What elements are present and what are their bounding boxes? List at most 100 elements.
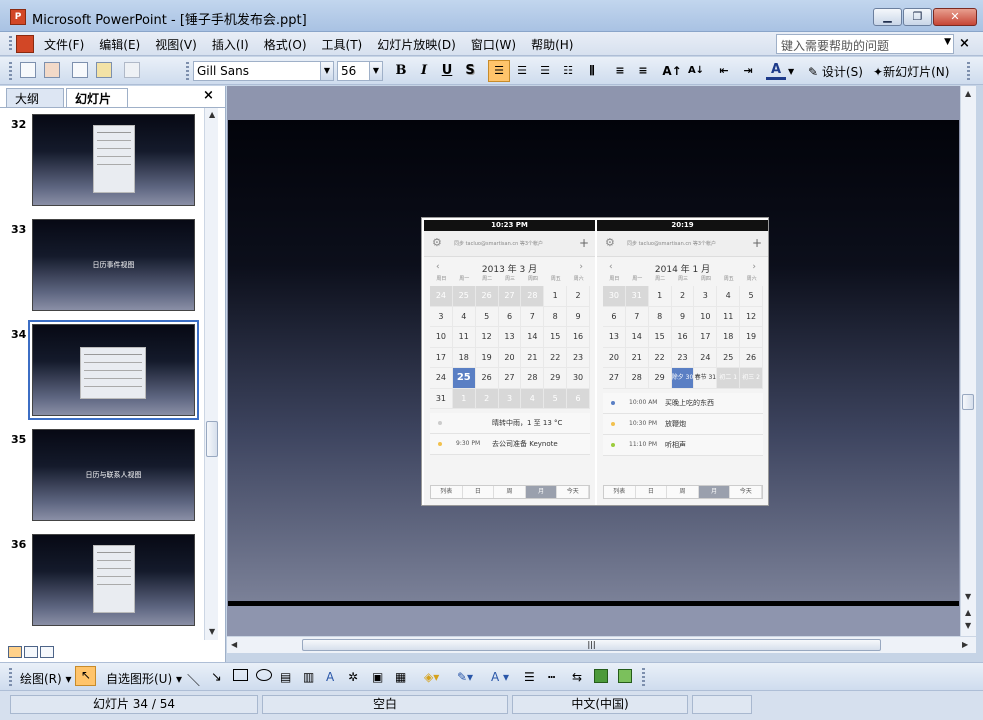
slide-thumbnail-row[interactable]: 34 — [0, 318, 204, 420]
calendar-day-cell[interactable]: 23 — [671, 347, 695, 368]
slide-thumbnail[interactable] — [28, 320, 199, 420]
italic-button[interactable]: I — [414, 61, 434, 81]
menu-item[interactable]: 格式(O) — [264, 36, 307, 53]
calendar-day-cell[interactable]: 1 — [452, 388, 476, 409]
shadow-style-icon[interactable] — [594, 669, 608, 683]
slide-thumbnail[interactable]: 日历与联系人视图 — [32, 429, 195, 521]
fill-color-icon[interactable]: ◈▾ — [424, 670, 439, 684]
calendar-day-cell[interactable]: 3 — [430, 306, 453, 327]
calendar-day-cell[interactable]: 14 — [521, 327, 545, 348]
calendar-day-cell[interactable]: 3 — [498, 388, 522, 409]
calendar-day-cell[interactable]: 5 — [544, 388, 568, 409]
calendar-day-cell[interactable]: 16 — [567, 327, 590, 348]
calendar-day-cell[interactable]: 29 — [648, 368, 672, 389]
calendar-day-cell[interactable]: 20 — [498, 347, 522, 368]
wordart-icon[interactable]: A — [326, 670, 334, 684]
font-name-select[interactable]: Gill Sans ▼ — [193, 61, 334, 81]
calendar-day-cell[interactable]: 12 — [740, 306, 763, 327]
calendar-day-cell[interactable]: 14 — [625, 327, 649, 348]
slide-edit-area[interactable]: 10:23 PM ⚙ 同步 tacluo@smartisan.cn 等3个帐户 + ‹ 2… — [227, 86, 960, 636]
calendar-day-cell[interactable]: 18 — [717, 327, 741, 348]
justify-icon[interactable]: ☷ — [558, 61, 578, 81]
calendar-view-tab[interactable]: 列表 — [431, 486, 463, 498]
calendar-day-cell[interactable]: 8 — [648, 306, 672, 327]
autoshapes-button[interactable]: 自选图形(U) ▾ — [106, 670, 182, 687]
calendar-day-cell[interactable]: 31 — [625, 286, 649, 307]
line-icon[interactable]: ＼ — [187, 670, 200, 689]
calendar-view-tab[interactable]: 今天 — [730, 486, 762, 498]
clipart-icon[interactable]: ▣ — [372, 670, 383, 684]
scroll-down-icon[interactable]: ▼ — [965, 592, 971, 601]
calendar-day-cell[interactable]: 9 — [671, 306, 695, 327]
calendar-day-cell[interactable]: 6 — [498, 306, 522, 327]
menu-item[interactable]: 工具(T) — [322, 36, 363, 53]
calendar-day-cell[interactable]: 15 — [648, 327, 672, 348]
calendar-day-cell[interactable]: 26 — [740, 347, 763, 368]
calendar-day-cell[interactable]: 22 — [544, 347, 568, 368]
close-window-button[interactable]: ✕ — [933, 8, 977, 26]
close-document-button[interactable]: × — [959, 36, 970, 51]
decrease-font-icon[interactable]: A↓ — [686, 61, 706, 81]
help-dropdown-icon[interactable]: ▼ — [944, 37, 951, 47]
scroll-left-icon[interactable]: ◀ — [231, 640, 237, 649]
event-row[interactable]: 晴转中雨，1 至 13 °C — [430, 413, 590, 434]
calendar-day-cell[interactable]: 28 — [521, 368, 545, 389]
menu-item[interactable]: 插入(I) — [212, 36, 249, 53]
line-style-icon[interactable]: ☰ — [524, 670, 535, 684]
menu-item[interactable]: 视图(V) — [155, 36, 197, 53]
calendar-day-cell[interactable]: 4 — [717, 286, 741, 307]
chevron-right-icon[interactable]: › — [752, 262, 756, 272]
line-color-icon[interactable]: ✎▾ — [457, 670, 473, 684]
increase-indent-icon[interactable]: ⇥ — [738, 61, 758, 81]
decrease-indent-icon[interactable]: ⇤ — [714, 61, 734, 81]
event-row[interactable]: 10:00 AM 买晚上吃的东西 — [603, 392, 763, 414]
calendar-view-tab[interactable]: 日 — [462, 486, 495, 498]
calendar-day-cell[interactable]: 19 — [475, 347, 499, 368]
toolbar-grip[interactable] — [9, 36, 12, 52]
calendar-day-cell[interactable]: 5 — [475, 306, 499, 327]
menu-item[interactable]: 编辑(E) — [99, 36, 140, 53]
calendar-view-tab[interactable]: 日 — [635, 486, 668, 498]
gear-icon[interactable]: ⚙ — [605, 236, 615, 249]
calendar-day-cell[interactable]: 2 — [671, 286, 695, 307]
tab-outline[interactable]: 大纲 — [6, 88, 64, 107]
text-box-icon[interactable]: ▤ — [280, 670, 291, 684]
menu-item[interactable]: 帮助(H) — [531, 36, 573, 53]
normal-view-icon[interactable] — [8, 646, 22, 658]
calendar-day-cell[interactable]: 25 — [717, 347, 741, 368]
calendar-day-cell[interactable]: 10 — [430, 327, 453, 348]
calendar-day-cell[interactable]: 1 — [544, 286, 568, 307]
minimize-button[interactable]: ▁ — [873, 8, 902, 26]
diagram-icon[interactable]: ✲ — [348, 670, 358, 684]
copy-icon[interactable] — [72, 62, 88, 78]
calendar-day-cell[interactable]: 18 — [452, 347, 476, 368]
underline-button[interactable]: U — [437, 61, 457, 81]
calendar-view-tab[interactable]: 周 — [494, 486, 526, 498]
draw-font-color-icon[interactable]: A ▾ — [491, 670, 509, 684]
calendar-view-tab[interactable]: 列表 — [604, 486, 636, 498]
scroll-thumb[interactable] — [962, 394, 974, 410]
align-right-icon[interactable]: ☰ — [535, 61, 555, 81]
calendar-view-tab[interactable]: 月 — [525, 486, 558, 498]
previous-slide-icon[interactable]: ▲ — [965, 608, 971, 617]
calendar-day-cell[interactable]: 25 — [452, 286, 476, 307]
plus-icon[interactable]: + — [752, 236, 762, 250]
gear-icon[interactable]: ⚙ — [432, 236, 442, 249]
calendar-day-cell[interactable]: 除夕 30 — [671, 368, 695, 389]
calendar-day-cell[interactable]: 15 — [544, 327, 568, 348]
chevron-right-icon[interactable]: › — [579, 262, 583, 272]
chevron-down-icon[interactable]: ▼ — [320, 62, 333, 80]
calendar-day-cell[interactable]: 30 — [567, 368, 590, 389]
font-size-select[interactable]: 56 ▼ — [337, 61, 383, 81]
calendar-day-cell[interactable]: 2 — [567, 286, 590, 307]
next-slide-icon[interactable]: ▼ — [965, 621, 971, 630]
shadow-button[interactable]: S — [460, 61, 480, 81]
slide-sorter-icon[interactable] — [24, 646, 38, 658]
paste-icon[interactable] — [96, 62, 112, 78]
scroll-right-icon[interactable]: ▶ — [962, 640, 968, 649]
slide-thumbnail[interactable]: 日历事件视图 — [32, 219, 195, 311]
chevron-down-icon[interactable]: ▼ — [788, 67, 794, 76]
toolbar-grip[interactable] — [642, 668, 645, 686]
increase-font-icon[interactable]: A↑ — [662, 61, 682, 81]
scroll-thumb[interactable]: ||| — [302, 639, 881, 651]
